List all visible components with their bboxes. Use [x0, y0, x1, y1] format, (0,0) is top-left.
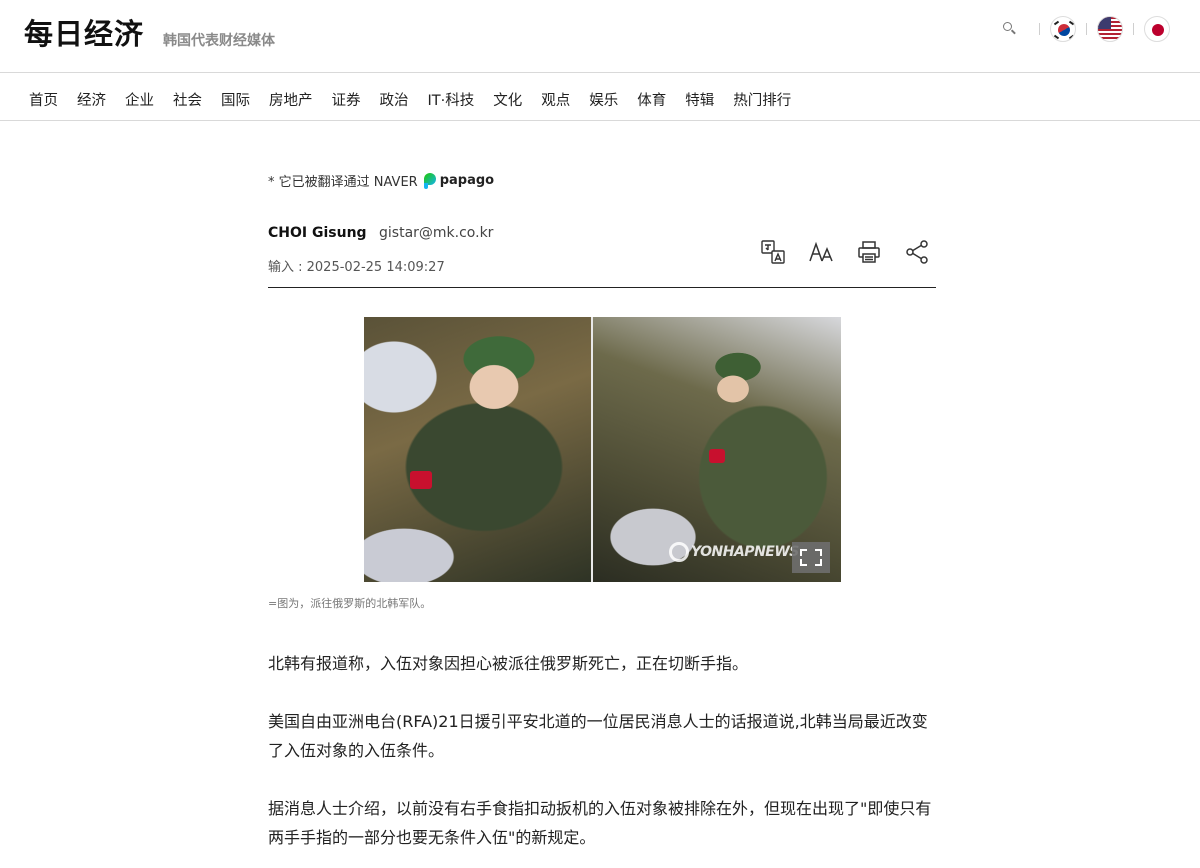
- share-icon[interactable]: [904, 239, 930, 265]
- nav-item-trending[interactable]: 热门排行: [733, 89, 791, 110]
- flag-korea-icon[interactable]: [1050, 16, 1076, 42]
- nav-item-it-tech[interactable]: IT·科技: [428, 89, 475, 110]
- article-tools: [738, 239, 930, 265]
- papago-logo[interactable]: papago: [423, 172, 495, 189]
- translation-note: * 它已被翻译通过 NAVER papago: [268, 171, 494, 190]
- publish-date: 输入 : 2025-02-25 14:09:27: [268, 260, 445, 275]
- nav-item-economy[interactable]: 经济: [77, 89, 106, 110]
- article-photo[interactable]: YONHAPNEWS: [364, 317, 841, 582]
- header-divider: [268, 287, 936, 288]
- nav-item-special[interactable]: 特辑: [685, 89, 714, 110]
- watermark-label: YONHAPNEWS: [691, 544, 799, 560]
- print-icon[interactable]: [856, 239, 882, 265]
- red-armband: [410, 471, 432, 489]
- flag-japan-icon[interactable]: [1144, 16, 1170, 42]
- papago-label: papago: [439, 173, 495, 188]
- nav-item-international[interactable]: 国际: [221, 89, 250, 110]
- red-armband: [709, 449, 725, 463]
- nav-item-society[interactable]: 社会: [173, 89, 202, 110]
- nav-item-home[interactable]: 首页: [29, 89, 58, 110]
- divider: [1039, 23, 1040, 35]
- search-icon[interactable]: [1001, 20, 1019, 38]
- paragraph: 北韩有报道称，入伍对象因担心被派往俄罗斯死亡，正在切断手指。: [268, 654, 749, 673]
- site-tagline: 韩国代表财经媒体: [163, 33, 275, 49]
- expand-image-icon[interactable]: [792, 542, 830, 573]
- nav-item-sports[interactable]: 体育: [637, 89, 666, 110]
- paragraph: 美国自由亚洲电台(RFA)21日援引平安北道的一位居民消息人士的话报道说,北韩当…: [268, 712, 928, 760]
- header-tools: [1001, 14, 1170, 44]
- yonhap-watermark: YONHAPNEWS: [669, 542, 799, 562]
- divider: [1133, 23, 1134, 35]
- nav-item-real-estate[interactable]: 房地产: [269, 89, 313, 110]
- photo-divider: [591, 317, 593, 582]
- photo-caption: =图为，派往俄罗斯的北韩军队。: [268, 597, 432, 610]
- nav-item-culture[interactable]: 文化: [493, 89, 522, 110]
- photo-left-panel: [364, 317, 591, 582]
- nav-item-securities[interactable]: 证券: [332, 89, 361, 110]
- nav-item-business[interactable]: 企业: [125, 89, 154, 110]
- main-nav: 首页 经济 企业 社会 国际 房地产 证券 政治 IT·科技 文化 观点 娱乐 …: [0, 73, 1200, 121]
- translate-icon[interactable]: [760, 239, 786, 265]
- site-logo[interactable]: 每日经济: [24, 11, 144, 53]
- site-header: 每日经济 韩国代表财经媒体: [0, 0, 1200, 73]
- nav-item-entertainment[interactable]: 娱乐: [589, 89, 618, 110]
- translation-note-text: * 它已被翻译通过 NAVER: [268, 175, 418, 190]
- author-email[interactable]: gistar@mk.co.kr: [379, 225, 493, 241]
- article-body: 北韩有报道称，入伍对象因担心被派往俄罗斯死亡，正在切断手指。 美国自由亚洲电台(…: [268, 649, 936, 868]
- divider: [1086, 23, 1087, 35]
- flag-usa-icon[interactable]: [1097, 16, 1123, 42]
- nav-item-opinion[interactable]: 观点: [541, 89, 570, 110]
- papago-icon: [423, 172, 436, 189]
- byline: CHOI Gisung gistar@mk.co.kr: [268, 225, 493, 241]
- author-name[interactable]: CHOI Gisung: [268, 225, 367, 241]
- paragraph: 据消息人士介绍，以前没有右手食指扣动扳机的入伍对象被排除在外，但现在出现了"即使…: [268, 799, 932, 847]
- nav-item-politics[interactable]: 政治: [380, 89, 409, 110]
- font-size-icon[interactable]: [808, 239, 834, 265]
